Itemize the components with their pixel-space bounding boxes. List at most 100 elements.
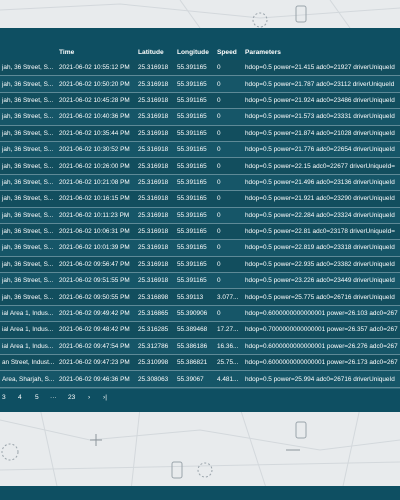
page-ellipsis: ··· <box>50 394 57 401</box>
cell-parameters: hdop=0.5 power=22.819 adc0=23318 driverU… <box>243 239 400 257</box>
cell-speed: 0 <box>215 305 243 323</box>
next-page-button[interactable]: › <box>88 394 90 401</box>
cell-speed: 0 <box>215 190 243 208</box>
cell-speed: 25.75... <box>215 354 243 372</box>
cell-address: jah, 36 Street, S... <box>0 239 57 257</box>
table-row[interactable]: jah, 36 Street, S... 2021-06-02 10:11:23 … <box>0 207 400 224</box>
cell-latitude: 25.310998 <box>136 354 175 372</box>
cell-time: 2021-06-02 10:40:36 PM <box>57 108 136 126</box>
cell-address: jah, 36 Street, S... <box>0 125 57 142</box>
cell-longitude: 55.391165 <box>175 256 215 274</box>
cell-latitude: 25.308063 <box>136 370 175 388</box>
cell-time: 2021-06-02 10:06:31 PM <box>57 223 136 241</box>
column-header-parameters[interactable]: Parameters <box>243 44 400 60</box>
cell-latitude: 25.316918 <box>136 60 175 77</box>
cell-address: ial Area 1, Indus... <box>0 338 57 356</box>
column-header-longitude[interactable]: Longitude <box>175 44 215 60</box>
last-page-button[interactable]: ›| <box>103 394 107 401</box>
table-row[interactable]: jah, 36 Street, S... 2021-06-02 09:51:55 … <box>0 272 400 290</box>
table-row[interactable]: ial Area 1, Indus... 2021-06-02 09:48:42 … <box>0 321 400 339</box>
positions-table: Time Latitude Longitude Speed Parameters… <box>0 44 400 388</box>
table-row[interactable]: jah, 36 Street, S... 2021-06-02 10:40:36 … <box>0 108 400 126</box>
cell-parameters: hdop=0.5 power=22.935 adc0=23382 driverU… <box>243 256 400 274</box>
table-row[interactable]: jah, 36 Street, S... 2021-06-02 10:26:00 … <box>0 157 400 175</box>
cell-latitude: 25.316918 <box>136 108 175 126</box>
cell-latitude: 25.316918 <box>136 174 175 192</box>
panel-top-bar <box>0 28 400 44</box>
cell-speed: 0 <box>215 223 243 241</box>
cell-parameters: hdop=0.6000000000000001 power=26.173 adc… <box>243 354 400 372</box>
cell-longitude: 55.391165 <box>175 223 215 241</box>
cell-latitude: 25.316865 <box>136 305 175 323</box>
cell-speed: 0 <box>215 92 243 110</box>
cell-address: jah, 36 Street, S... <box>0 207 57 224</box>
cell-address: jah, 36 Street, S... <box>0 256 57 274</box>
cell-longitude: 55.391165 <box>175 75 215 93</box>
cell-longitude: 55.391165 <box>175 141 215 159</box>
table-row[interactable]: ial Area 1, Indus... 2021-06-02 09:49:42 … <box>0 305 400 323</box>
table-row[interactable]: jah, 36 Street, S... 2021-06-02 10:01:39 … <box>0 239 400 257</box>
table-row[interactable]: jah, 36 Street, S... 2021-06-02 10:06:31 … <box>0 223 400 241</box>
cell-time: 2021-06-02 10:55:12 PM <box>57 60 136 77</box>
cell-latitude: 25.316918 <box>136 141 175 159</box>
cell-parameters: hdop=0.5 power=21.924 adc0=23486 driverU… <box>243 92 400 110</box>
page-23-link[interactable]: 23 <box>68 394 75 401</box>
cell-latitude: 25.316918 <box>136 190 175 208</box>
cell-time: 2021-06-02 10:50:20 PM <box>57 75 136 93</box>
cell-time: 2021-06-02 09:49:42 PM <box>57 305 136 323</box>
cell-parameters: hdop=0.7000000000000001 power=26.357 adc… <box>243 321 400 339</box>
table-row[interactable]: jah, 36 Street, S... 2021-06-02 09:50:55 … <box>0 288 400 306</box>
cell-parameters: hdop=0.5 power=21.921 adc0=23290 driverU… <box>243 190 400 208</box>
cell-longitude: 55.389468 <box>175 321 215 339</box>
table-row[interactable]: jah, 36 Street, S... 2021-06-02 10:45:28 … <box>0 92 400 110</box>
table-header-row: Time Latitude Longitude Speed Parameters <box>0 44 400 60</box>
cell-speed: 0 <box>215 60 243 77</box>
cell-latitude: 25.316918 <box>136 125 175 142</box>
page-3-link[interactable]: 3 <box>2 394 6 401</box>
table-row[interactable]: jah, 36 Street, S... 2021-06-02 10:55:12 … <box>0 60 400 77</box>
table-row[interactable]: an Street, Indust... 2021-06-02 09:47:23 … <box>0 354 400 372</box>
table-row[interactable]: jah, 36 Street, S... 2021-06-02 10:35:44 … <box>0 125 400 142</box>
cell-longitude: 55.39113 <box>175 288 215 306</box>
table-row[interactable]: jah, 36 Street, S... 2021-06-02 10:21:08 … <box>0 174 400 192</box>
cell-longitude: 55.391165 <box>175 207 215 224</box>
cell-parameters: hdop=0.6000000000000001 power=26.276 adc… <box>243 338 400 356</box>
cell-address: ial Area 1, Indus... <box>0 321 57 339</box>
column-header-time[interactable]: Time <box>57 44 136 60</box>
page-5-link[interactable]: 5 <box>35 394 39 401</box>
cell-speed: 0 <box>215 141 243 159</box>
cell-latitude: 25.316918 <box>136 207 175 224</box>
bottom-bar <box>0 486 400 500</box>
cell-latitude: 25.316918 <box>136 223 175 241</box>
page-4-link[interactable]: 4 <box>18 394 22 401</box>
cell-latitude: 25.316918 <box>136 157 175 175</box>
cell-parameters: hdop=0.5 power=21.415 adc0=21927 driverU… <box>243 60 400 77</box>
cell-time: 2021-06-02 10:16:15 PM <box>57 190 136 208</box>
cell-time: 2021-06-02 10:45:28 PM <box>57 92 136 110</box>
cell-latitude: 25.316918 <box>136 92 175 110</box>
cell-address: jah, 36 Street, S... <box>0 223 57 241</box>
table-row[interactable]: ial Area 1, Indus... 2021-06-02 09:47:54 … <box>0 338 400 356</box>
cell-parameters: hdop=0.5 power=22.81 adc0=23178 driverUn… <box>243 223 400 241</box>
cell-parameters: hdop=0.5 power=21.874 adc0=21028 driverU… <box>243 125 400 142</box>
table-row[interactable]: jah, 36 Street, S... 2021-06-02 10:30:52 … <box>0 141 400 159</box>
cell-longitude: 55.391165 <box>175 125 215 142</box>
cell-address: jah, 36 Street, S... <box>0 75 57 93</box>
cell-longitude: 55.391165 <box>175 108 215 126</box>
cell-parameters: hdop=0.5 power=21.496 adc0=23136 driverU… <box>243 174 400 192</box>
cell-address: jah, 36 Street, S... <box>0 60 57 77</box>
column-header-latitude[interactable]: Latitude <box>136 44 175 60</box>
cell-speed: 0 <box>215 157 243 175</box>
cell-longitude: 55.391165 <box>175 272 215 290</box>
column-header-speed[interactable]: Speed <box>215 44 243 60</box>
table-row[interactable]: jah, 36 Street, S... 2021-06-02 09:56:47 … <box>0 256 400 274</box>
table-row[interactable]: Area, Sharjah, S... 2021-06-02 09:46:36 P… <box>0 370 400 388</box>
cell-speed: 0 <box>215 75 243 93</box>
table-row[interactable]: jah, 36 Street, S... 2021-06-02 10:16:15 … <box>0 190 400 208</box>
cell-speed: 0 <box>215 125 243 142</box>
cell-address: jah, 36 Street, S... <box>0 272 57 290</box>
cell-time: 2021-06-02 09:51:55 PM <box>57 272 136 290</box>
column-header-address[interactable] <box>0 44 57 60</box>
table-row[interactable]: jah, 36 Street, S... 2021-06-02 10:50:20 … <box>0 75 400 93</box>
cell-time: 2021-06-02 10:26:00 PM <box>57 157 136 175</box>
